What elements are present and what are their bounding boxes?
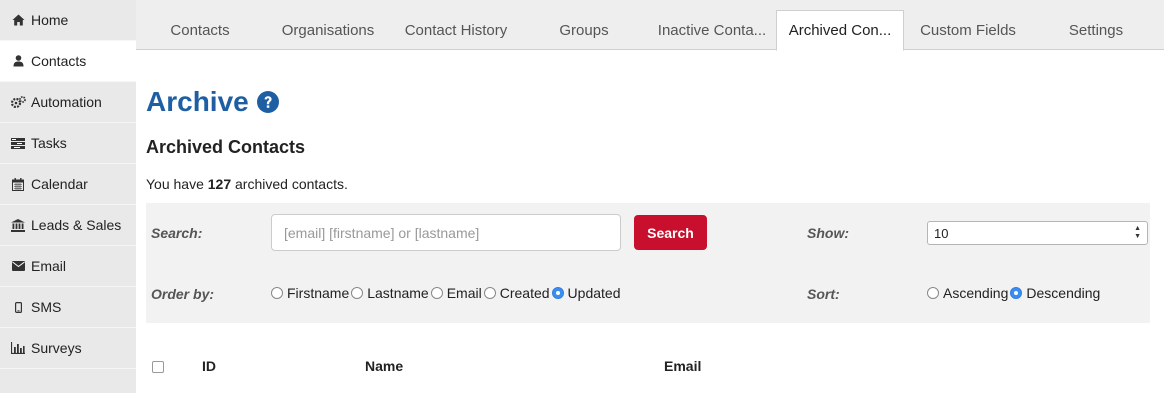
sidebar-item-label: Surveys	[31, 340, 82, 356]
count-prefix: You have	[146, 176, 208, 192]
sidebar-item-label: Calendar	[31, 176, 88, 192]
gears-icon	[10, 96, 26, 108]
sidebar-item-label: Leads & Sales	[31, 217, 122, 233]
sidebar-item-label: SMS	[31, 299, 62, 315]
sort-ascending-radio[interactable]: Ascending	[927, 285, 1010, 301]
search-label: Search:	[151, 225, 203, 241]
column-header-name[interactable]: Name	[365, 358, 403, 374]
sidebar-item-label: Home	[31, 12, 69, 28]
sort-label: Sort:	[807, 286, 840, 302]
sidebar-item-leads-sales[interactable]: Leads & Sales	[0, 205, 136, 246]
sidebar-item-home[interactable]: Home	[0, 0, 136, 41]
tab-groups[interactable]: Groups	[520, 10, 648, 50]
radio-checked-icon	[1010, 287, 1023, 299]
radio-icon	[483, 287, 496, 299]
tab-archived-contacts[interactable]: Archived Con...	[776, 10, 904, 51]
envelope-icon	[10, 261, 26, 271]
bank-icon	[10, 218, 26, 232]
sidebar-item-label: Tasks	[31, 135, 67, 151]
home-icon	[10, 14, 26, 26]
archived-count-text: You have 127 archived contacts.	[146, 176, 348, 192]
tasks-icon	[10, 137, 26, 149]
search-button[interactable]: Search	[634, 215, 707, 250]
order-firstname-radio[interactable]: Firstname	[271, 285, 351, 301]
order-updated-radio[interactable]: Updated	[551, 285, 623, 301]
order-by-label: Order by:	[151, 286, 215, 302]
help-icon[interactable]	[256, 91, 279, 113]
sidebar-item-automation[interactable]: Automation	[0, 82, 136, 123]
sidebar-item-surveys[interactable]: Surveys	[0, 328, 136, 369]
radio-icon	[927, 287, 939, 299]
sidebar-item-contacts[interactable]: Contacts	[0, 41, 136, 82]
sidebar-item-label: Automation	[31, 94, 102, 110]
column-header-email[interactable]: Email	[664, 358, 701, 374]
order-created-radio[interactable]: Created	[483, 285, 552, 301]
sort-descending-radio[interactable]: Descending	[1010, 285, 1102, 301]
show-label: Show:	[807, 225, 849, 241]
radio-icon	[351, 287, 364, 299]
order-by-group: Firstname Lastname Email Created Updated	[271, 285, 622, 301]
select-arrows-icon: ▲ ▼	[1134, 225, 1141, 240]
tab-bar: Contacts Organisations Contact History G…	[136, 0, 1164, 51]
mobile-icon	[10, 301, 26, 313]
search-input[interactable]	[271, 214, 621, 251]
user-icon	[10, 55, 26, 67]
radio-icon	[430, 287, 443, 299]
tab-custom-fields[interactable]: Custom Fields	[904, 10, 1032, 50]
column-header-id[interactable]: ID	[202, 358, 216, 374]
sidebar-item-tasks[interactable]: Tasks	[0, 123, 136, 164]
show-value: 10	[934, 225, 949, 241]
sidebar-item-sms[interactable]: SMS	[0, 287, 136, 328]
tab-contact-history[interactable]: Contact History	[392, 10, 520, 50]
sidebar-item-calendar[interactable]: Calendar	[0, 164, 136, 205]
table-header: ID Name Email	[146, 350, 1150, 380]
sidebar-item-label: Email	[31, 258, 67, 274]
page-title-row: Archive	[146, 86, 279, 118]
tab-settings[interactable]: Settings	[1032, 10, 1160, 50]
order-email-radio[interactable]: Email	[430, 285, 484, 301]
radio-icon	[271, 287, 283, 299]
bar-chart-icon	[10, 342, 26, 354]
page-title: Archive	[146, 86, 249, 117]
radio-checked-icon	[551, 287, 564, 299]
archived-count: 127	[207, 176, 232, 192]
sidebar: Home Contacts Automation Tasks Calendar …	[0, 0, 136, 393]
tab-contacts[interactable]: Contacts	[136, 10, 264, 50]
order-lastname-radio[interactable]: Lastname	[351, 285, 430, 301]
sort-group: Ascending Descending	[927, 285, 1102, 301]
select-all-checkbox[interactable]	[152, 361, 164, 373]
show-select[interactable]: 10 ▲ ▼	[927, 221, 1148, 245]
section-title: Archived Contacts	[146, 137, 306, 157]
count-suffix: archived contacts.	[231, 176, 348, 192]
calendar-icon	[10, 177, 26, 191]
filter-panel: Search: Search Show: 10 ▲▼ Order by: Fir…	[146, 203, 1150, 323]
tab-inactive-contacts[interactable]: Inactive Conta...	[648, 10, 776, 50]
sidebar-item-label: Contacts	[31, 53, 87, 69]
sidebar-item-email[interactable]: Email	[0, 246, 136, 287]
tab-organisations[interactable]: Organisations	[264, 10, 392, 50]
